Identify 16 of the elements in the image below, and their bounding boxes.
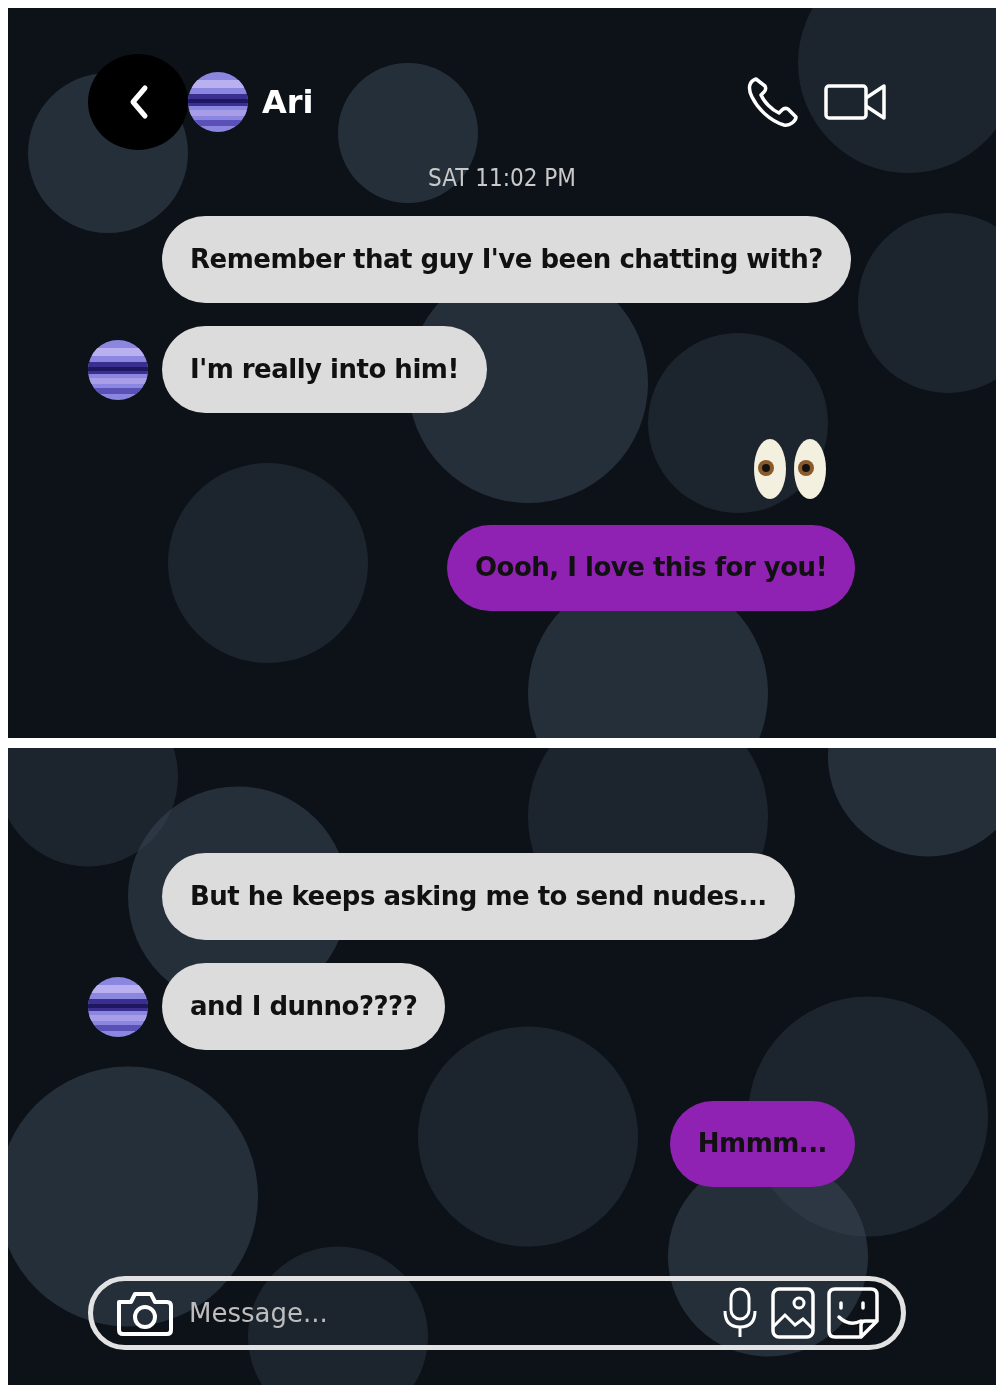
sticker-icon bbox=[827, 1287, 879, 1339]
contact-name: Ari bbox=[262, 82, 314, 123]
microphone-button[interactable] bbox=[721, 1287, 759, 1339]
message-bubble: But he keeps asking me to send nudes... bbox=[162, 853, 795, 941]
sticker-button[interactable] bbox=[827, 1287, 879, 1339]
message-bubble: and I dunno???? bbox=[162, 963, 446, 1051]
message-bubble: Hmmm... bbox=[669, 1101, 855, 1187]
message-bubble: Remember that guy I've been chatting with? bbox=[162, 216, 851, 304]
image-icon bbox=[771, 1287, 815, 1339]
message-bubble: I'm really into him! bbox=[162, 326, 487, 414]
message-bubble: Oooh, I love this for you! bbox=[447, 525, 855, 611]
message-field[interactable]: Message... bbox=[187, 1292, 709, 1334]
gallery-button[interactable] bbox=[771, 1287, 815, 1339]
microphone-icon bbox=[721, 1287, 759, 1339]
timestamp: SAT 11:02 PM bbox=[427, 163, 577, 194]
message-bar[interactable]: Message... bbox=[88, 1276, 906, 1350]
